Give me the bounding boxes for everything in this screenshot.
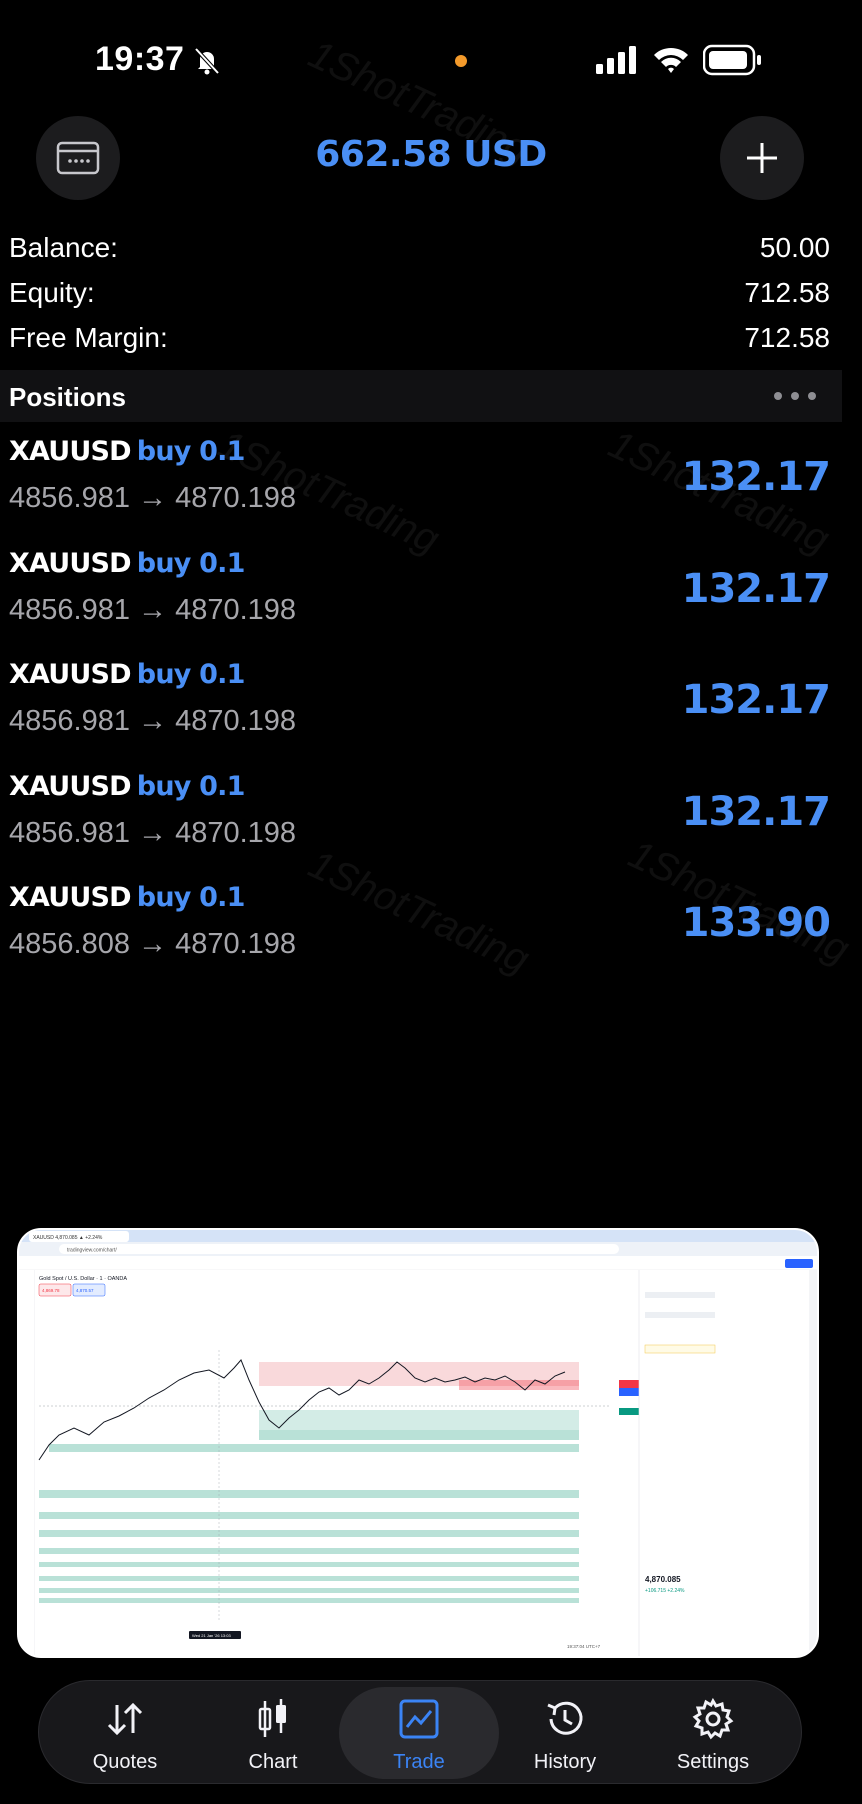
tab-label: Settings (676, 1751, 750, 1773)
position-current-price: 4870.198 (175, 593, 297, 626)
preview-chart-title: Gold Spot / U.S. Dollar · 1 · OANDA (39, 1276, 127, 1282)
position-open-price: 4856.981 (9, 482, 130, 514)
position-profit: 132.17 (681, 677, 831, 723)
position-symbol: XAUUSD (9, 659, 132, 690)
summary-label: Balance: (9, 232, 118, 263)
add-button[interactable] (720, 116, 804, 200)
summary-row-equity: Equity: 712.58 (0, 273, 862, 318)
position-row[interactable]: XAUUSD buy 0.1 4856.981 → 4870.198 132.17 (0, 548, 862, 660)
position-symbol: XAUUSD (9, 882, 132, 913)
position-row[interactable]: XAUUSD buy 0.1 4856.981 → 4870.198 132.17 (0, 659, 862, 771)
summary-value: 712.58 (744, 277, 830, 308)
position-open-price: 4856.981 (9, 816, 130, 849)
screenshot-preview[interactable]: XAUUSD 4,870.085 ▲ +2.24% tradingview.co… (17, 1228, 819, 1658)
summary-label: Free Margin: (9, 322, 168, 353)
arrows-up-down-icon (107, 1702, 143, 1736)
tab-quotes[interactable]: Quotes (55, 1681, 195, 1785)
summary-row-balance: Balance: 50.00 (0, 228, 862, 273)
position-profit: 133.90 (681, 900, 831, 946)
account-summary: Balance: 50.00 Equity: 712.58 Free Margi… (0, 228, 862, 363)
trade-chart-icon (399, 1699, 439, 1739)
position-open-price: 4856.981 (9, 593, 130, 626)
candlestick-icon (258, 1699, 286, 1737)
position-side: buy 0.1 (136, 882, 246, 913)
arrow-right-icon: → (138, 816, 168, 849)
preview-date-label: Wed 21 Jan '26 13:03 (192, 1633, 231, 1638)
cellular-signal-icon (596, 46, 636, 74)
position-open-price: 4856.981 (9, 705, 130, 737)
preview-buy-price: 4,870.57 (76, 1288, 94, 1293)
position-side: buy 0.1 (136, 436, 246, 467)
tab-label: Trade (393, 1751, 445, 1773)
positions-section-header: Positions (0, 370, 842, 422)
arrow-right-icon: → (138, 705, 168, 737)
tab-chart[interactable]: Chart (203, 1681, 343, 1785)
trade-screen: 1ShotTrading 1ShotTrading 1ShotTrading 1… (0, 0, 862, 1804)
wifi-icon (654, 47, 688, 73)
arrow-right-icon: → (138, 928, 168, 960)
status-time: 19:37 (95, 40, 185, 78)
tab-settings[interactable]: Settings (643, 1681, 783, 1785)
position-current-price: 4870.198 (175, 928, 297, 960)
position-side: buy 0.1 (136, 659, 246, 690)
position-current-price: 4870.198 (175, 816, 297, 849)
more-options-icon[interactable] (774, 392, 816, 400)
position-current-price: 4870.198 (175, 705, 297, 737)
position-side: buy 0.1 (136, 547, 246, 579)
position-symbol: XAUUSD (9, 436, 132, 467)
battery-icon (703, 44, 761, 76)
position-row[interactable]: XAUUSD buy 0.1 4856.808 → 4870.198 133.90 (0, 882, 862, 994)
arrow-right-icon: → (138, 593, 168, 626)
preview-url: tradingview.com/chart/ (67, 1248, 117, 1254)
preview-image: XAUUSD 4,870.085 ▲ +2.24% tradingview.co… (19, 1230, 817, 1656)
tab-label: Quotes (92, 1751, 158, 1773)
recording-dot-icon (455, 55, 467, 67)
position-profit: 132.17 (681, 454, 831, 500)
arrow-right-icon: → (138, 482, 168, 514)
tab-trade[interactable]: Trade (349, 1681, 489, 1785)
gear-icon (692, 1697, 734, 1740)
status-bar: 19:37 (0, 0, 862, 120)
position-side: buy 0.1 (136, 770, 246, 802)
plus-icon (747, 143, 777, 173)
position-open-price: 4856.808 (9, 928, 130, 960)
positions-list: XAUUSD buy 0.1 4856.981 → 4870.198 132.17… (0, 436, 862, 994)
position-symbol: XAUUSD (9, 770, 132, 802)
bell-muted-icon (194, 47, 220, 75)
summary-value: 50.00 (759, 232, 830, 263)
position-symbol: XAUUSD (9, 547, 132, 579)
position-row[interactable]: XAUUSD buy 0.1 4856.981 → 4870.198 132.17 (0, 771, 862, 883)
tab-label: Chart (248, 1751, 298, 1773)
summary-row-free-margin: Free Margin: 712.58 (0, 318, 862, 363)
position-profit: 132.17 (681, 788, 831, 835)
bottom-tab-bar: Quotes Chart Trade History Settings (38, 1680, 802, 1784)
preview-tab-title: XAUUSD 4,870.085 ▲ +2.24% (33, 1235, 103, 1241)
summary-label: Equity: (9, 277, 95, 308)
position-profit: 132.17 (681, 565, 831, 612)
tab-history[interactable]: History (495, 1681, 635, 1785)
preview-last-price: 4,870.085 (645, 1575, 681, 1584)
tab-label: History (533, 1751, 597, 1773)
positions-title: Positions (9, 382, 127, 412)
header: 662.58 USD (0, 116, 862, 206)
preview-time-readout: 19:37:04 UTC+7 (567, 1644, 601, 1649)
preview-sell-price: 4,869.78 (42, 1288, 60, 1293)
position-current-price: 4870.198 (175, 482, 297, 514)
preview-last-change: +106.715 +2.24% (645, 1588, 685, 1594)
summary-value: 712.58 (744, 322, 830, 353)
position-row[interactable]: XAUUSD buy 0.1 4856.981 → 4870.198 132.17 (0, 436, 862, 548)
history-clock-icon (547, 1701, 583, 1735)
